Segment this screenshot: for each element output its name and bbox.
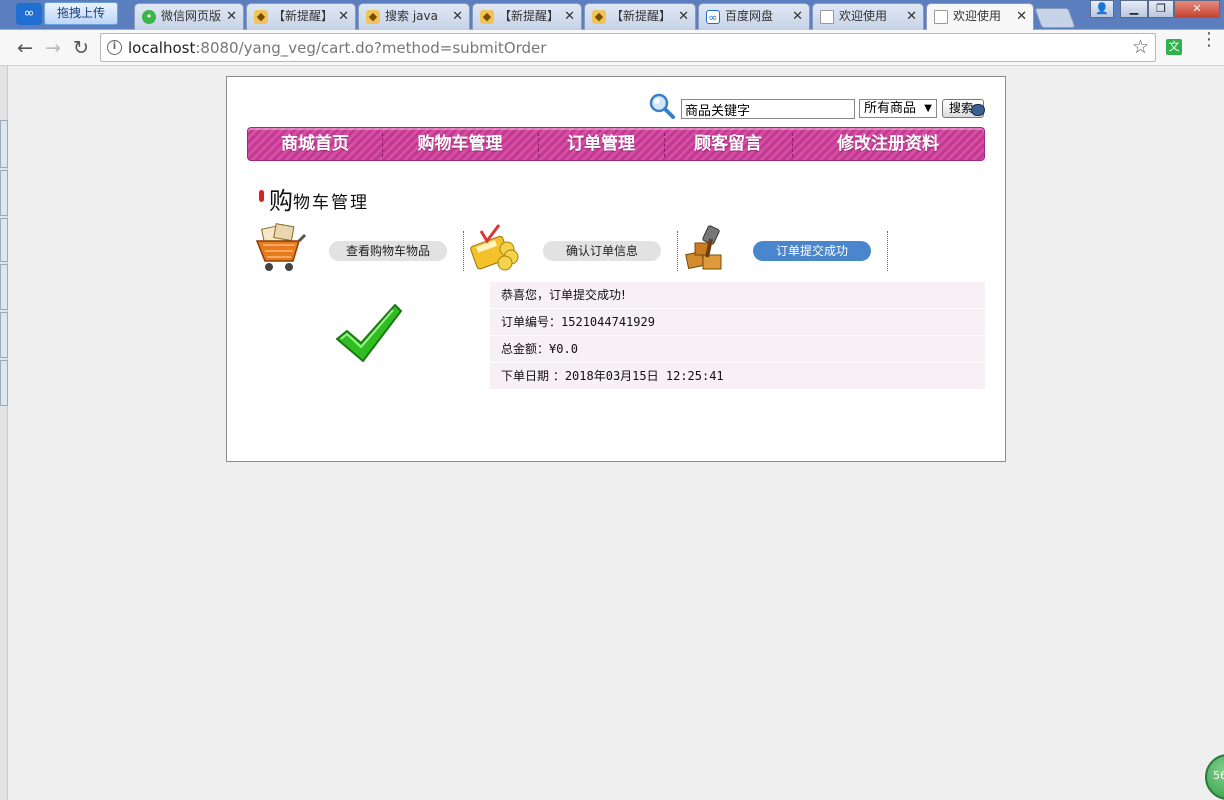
tab-close-icon[interactable]: ✕ (338, 4, 349, 29)
bookmark-star-icon[interactable]: ☆ (1132, 36, 1149, 58)
shield-icon: ◆ (480, 10, 494, 24)
order-number-row: 订单编号：1521044741929 (490, 309, 985, 336)
success-message: 恭喜您，订单提交成功! (490, 282, 985, 309)
document-icon (820, 10, 834, 24)
minimize-icon[interactable]: ▁ (1120, 0, 1148, 18)
back-arrow-icon[interactable]: ← (14, 37, 36, 59)
tab-title: 百度网盘 (725, 9, 774, 23)
step-view-cart[interactable]: 查看购物车物品 (329, 241, 447, 261)
address-bar[interactable]: i localhost:8080/yang_veg/cart.do?method… (100, 33, 1156, 62)
order-total-row: 总金额：¥0.0 (490, 336, 985, 363)
hammer-boxes-icon (685, 225, 722, 270)
user-icon[interactable]: 👤 (1090, 0, 1114, 18)
tab-forum-1[interactable]: ◆ 【新提醒】 ✕ (246, 3, 356, 30)
shield-icon: ◆ (254, 10, 268, 24)
search-button[interactable]: 搜索 (942, 99, 985, 118)
tab-title: 欢迎使用 (953, 9, 1002, 23)
search-tab-icon: ◆ (366, 10, 380, 24)
tab-title: 【新提醒】 (273, 9, 334, 23)
calculator-coins-icon (470, 224, 519, 271)
nav-cart[interactable]: 购物车管理 (382, 128, 538, 160)
tab-title: 【新提醒】 (611, 9, 672, 23)
tab-title: 欢迎使用 (839, 9, 888, 23)
main-nav: 商城首页 购物车管理 订单管理 顾客留言 修改注册资料 (247, 127, 985, 161)
title-marker-icon (259, 190, 264, 202)
forward-arrow-icon[interactable]: → (42, 37, 64, 59)
new-tab-button[interactable] (1034, 8, 1076, 28)
shield-icon: ◆ (592, 10, 606, 24)
mouse-cursor-icon (971, 104, 985, 116)
nav-orders[interactable]: 订单管理 (538, 128, 664, 160)
baidu-cloud-icon[interactable]: ∞ (16, 3, 42, 25)
tab-close-icon[interactable]: ✕ (792, 4, 803, 29)
step-order-success[interactable]: 订单提交成功 (753, 241, 871, 261)
reload-icon[interactable]: ↻ (70, 37, 92, 59)
tab-wechat[interactable]: • 微信网页版 ✕ (134, 3, 244, 30)
address-url[interactable]: localhost:8080/yang_veg/cart.do?method=s… (128, 39, 546, 57)
translate-extension-icon[interactable]: 文 (1166, 39, 1182, 55)
drag-upload-button[interactable]: 拖拽上传 (44, 2, 118, 25)
browser-tabstrip: ∞ 拖拽上传 • 微信网页版 ✕ ◆ 【新提醒】 ✕ ◆ 搜索 java ✕ ◆… (0, 0, 1224, 31)
order-date-row: 下单日期 ：2018年03月15日 12:25:41 (490, 363, 985, 390)
order-info: 恭喜您，订单提交成功! 订单编号：1521044741929 总金额：¥0.0 … (490, 282, 985, 390)
success-checkmark-icon (336, 304, 402, 362)
dropdown-arrow-icon: ▼ (924, 103, 932, 114)
window-close-icon[interactable]: ✕ (1174, 0, 1220, 18)
search-bar: 所有商品▼ 搜索 (227, 77, 1007, 125)
magnifier-icon (649, 93, 675, 119)
left-edge-panel (0, 66, 8, 800)
nav-messages[interactable]: 顾客留言 (664, 128, 792, 160)
tab-search-java[interactable]: ◆ 搜索 java ✕ (358, 3, 470, 30)
tab-close-icon[interactable]: ✕ (452, 4, 463, 29)
tab-title: 【新提醒】 (499, 9, 560, 23)
nav-profile[interactable]: 修改注册资料 (792, 128, 984, 160)
step-confirm-order[interactable]: 确认订单信息 (543, 241, 661, 261)
tab-close-icon[interactable]: ✕ (564, 4, 575, 29)
info-icon[interactable]: i (107, 40, 122, 55)
tab-forum-3[interactable]: ◆ 【新提醒】 ✕ (584, 3, 696, 30)
order-steps: 查看购物车物品 确认订单信息 订单提交成功 (251, 221, 891, 277)
browser-toolbar: ← → ↻ i localhost:8080/yang_veg/cart.do?… (0, 30, 1224, 66)
tab-title: 搜索 java (385, 9, 438, 23)
tab-close-icon[interactable]: ✕ (1016, 4, 1027, 29)
shop-page: 所有商品▼ 搜索 商城首页 购物车管理 订单管理 顾客留言 修改注册资料 购 物… (226, 76, 1006, 462)
tab-title: 微信网页版 (161, 9, 222, 23)
nav-home[interactable]: 商城首页 (248, 128, 382, 160)
restore-icon[interactable]: ❐ (1148, 0, 1174, 18)
tab-welcome-active[interactable]: 欢迎使用 ✕ (926, 3, 1034, 31)
tab-forum-2[interactable]: ◆ 【新提醒】 ✕ (472, 3, 582, 30)
document-icon (934, 10, 948, 24)
wechat-icon: • (142, 10, 156, 24)
category-select[interactable]: 所有商品 ▼ (859, 99, 937, 118)
tab-welcome-1[interactable]: 欢迎使用 ✕ (812, 3, 924, 30)
tab-baidu-pan[interactable]: ∞ 百度网盘 ✕ (698, 3, 810, 30)
tab-close-icon[interactable]: ✕ (906, 4, 917, 29)
shopping-cart-icon (255, 223, 307, 271)
search-input[interactable] (681, 99, 855, 119)
menu-dots-icon[interactable]: ⋮ (1200, 31, 1218, 49)
tab-close-icon[interactable]: ✕ (226, 4, 237, 29)
tab-close-icon[interactable]: ✕ (678, 4, 689, 29)
baidu-pan-icon: ∞ (706, 10, 720, 24)
